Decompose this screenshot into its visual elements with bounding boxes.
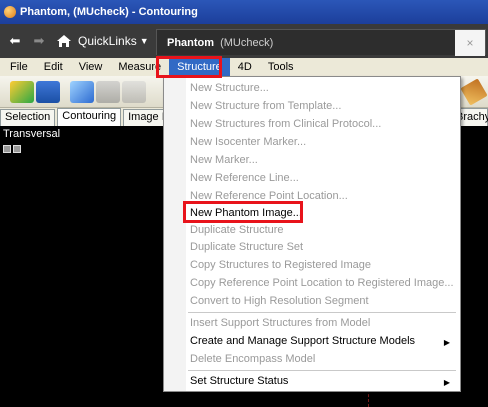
menu-item-new-structures-from-protocol: New Structures from Clinical Protocol... [190,118,382,130]
navigation-bar: ⬅ ➡ QuickLinks ▼ Phantom (MUcheck) × [0,24,488,58]
view-option-icon[interactable] [13,145,21,153]
highlight-box-structure-menu [156,56,222,78]
ruler-icon[interactable] [460,78,488,106]
menu-item-copy-structures: Copy Structures to Registered Image [190,259,371,271]
back-arrow-icon[interactable]: ⬅ [6,33,24,49]
disabled-tool-icon [96,81,120,103]
window-title: Phantom, (MUcheck) - Contouring [20,6,198,18]
menu-tools[interactable]: Tools [260,58,302,76]
viewer-label: Transversal [3,128,61,140]
submenu-arrow-icon: ▶ [443,378,450,387]
view-option-icon[interactable] [3,145,11,153]
menu-item-new-isocenter-marker: New Isocenter Marker... [190,136,307,148]
submenu-arrow-icon: ▶ [443,338,450,347]
chevron-down-icon: ▼ [139,36,149,46]
close-icon[interactable]: × [455,30,485,56]
menu-item-new-structure: New Structure... [190,82,269,94]
quicklinks-label: QuickLinks [78,34,137,48]
menu-item-set-structure-status[interactable]: Set Structure Status [190,373,288,390]
menu-icon-gutter [164,77,186,391]
menu-separator [188,312,456,313]
image-tool-icon[interactable] [70,81,94,103]
menu-separator [188,370,456,371]
menu-item-manage-support-models[interactable]: Create and Manage Support Structure Mode… [190,333,415,350]
menu-item-new-structure-from-template: New Structure from Template... [190,100,342,112]
menu-edit[interactable]: Edit [36,58,71,76]
patient-tab-title: Phantom [167,36,215,49]
patient-tab-subtitle: (MUcheck) [220,36,274,49]
tab-selection[interactable]: Selection [0,109,56,126]
menu-4d[interactable]: 4D [230,58,260,76]
menu-item-new-reference-line: New Reference Line... [190,172,299,184]
menu-item-insert-support-structures: Insert Support Structures from Model [190,317,371,329]
menu-item-duplicate-structure-set: Duplicate Structure Set [190,241,304,253]
menu-bar: File Edit View Measure Structure 4D Tool… [0,58,488,76]
menu-item-convert-high-resolution: Convert to High Resolution Segment [190,295,369,307]
structure-menu-dropdown: New Structure... New Structure from Temp… [163,76,461,392]
menu-item-new-marker: New Marker... [190,154,258,166]
settings-icon [122,81,146,103]
home-icon[interactable] [56,34,72,48]
menu-view[interactable]: View [71,58,111,76]
quicklinks-menu[interactable]: QuickLinks ▼ [78,34,149,48]
tab-contouring[interactable]: Contouring [57,108,122,126]
menu-item-duplicate-structure: Duplicate Structure [190,224,284,236]
save-icon[interactable] [36,81,60,103]
menu-item-copy-reference-point: Copy Reference Point Location to Registe… [190,277,454,289]
app-icon [4,6,16,18]
open-patient-icon[interactable] [10,81,34,103]
menu-item-delete-encompass-model: Delete Encompass Model [190,353,316,365]
window-titlebar: Phantom, (MUcheck) - Contouring [0,0,488,24]
highlight-box-new-phantom-image [183,201,303,223]
patient-tab[interactable]: Phantom (MUcheck) × [156,29,486,56]
forward-arrow-icon[interactable]: ➡ [30,33,48,49]
menu-file[interactable]: File [2,58,36,76]
